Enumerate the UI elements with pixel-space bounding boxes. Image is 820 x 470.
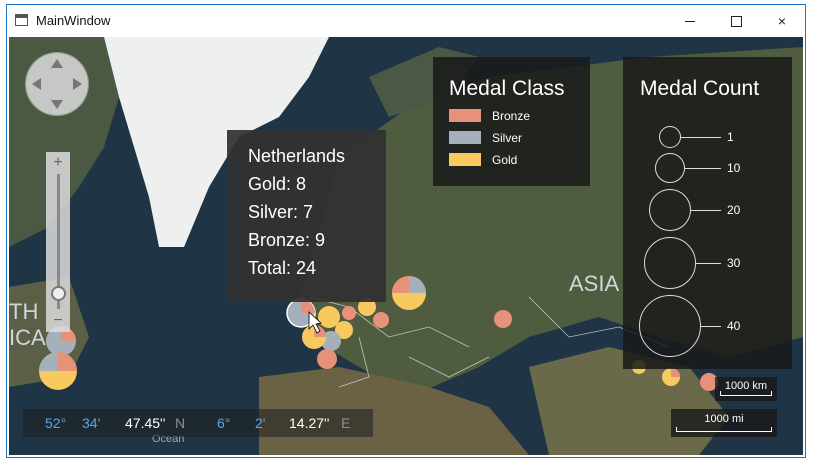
tooltip-silver: Silver: 7 [248,202,314,222]
longitude-minutes: 2' [255,415,266,431]
maximize-button[interactable] [713,5,759,37]
bubble[interactable] [373,312,389,328]
size-line [681,137,721,138]
latitude-seconds: 47.45'' [125,415,166,431]
latitude-minutes: 34' [82,415,101,431]
pan-up-icon[interactable] [51,59,63,68]
scale-mi-label: 1000 mi [704,413,744,425]
country-tooltip: Netherlands Gold: 8 Silver: 7 Bronze: 9 … [227,130,386,302]
size-circle-30 [644,237,696,289]
map-pan-control[interactable] [26,53,88,115]
size-line [701,326,721,327]
bubble[interactable] [342,306,356,320]
zoom-out-button[interactable]: − [46,312,70,330]
longitude-direction: E [341,415,351,431]
size-label-10: 10 [727,161,741,175]
legend-label: Bronze [492,109,531,123]
legend-label: Silver [492,131,523,145]
medal-class-legend: Medal Class Bronze Silver Gold [433,57,590,186]
tooltip-total: Total: 24 [248,258,317,278]
bubble[interactable] [318,306,340,328]
silver-swatch [449,131,481,144]
close-button[interactable]: × [759,5,805,37]
scale-km-label: 1000 km [724,380,768,392]
map-label-asia: ASIA [569,271,619,296]
tooltip-country: Netherlands [248,146,346,166]
scale-km-bar [720,391,772,396]
map-view[interactable]: ASIA TH ICA Ocean + − 52° 34' 47.45'' N … [9,37,803,455]
tooltip-bronze: Bronze: 9 [248,230,326,250]
pan-right-icon[interactable] [73,78,82,90]
medal-class-title: Medal Class [449,77,565,100]
bronze-swatch [449,109,481,122]
coordinates-panel: 52° 34' 47.45'' N 6° 2' 14.27'' E [23,409,373,437]
close-icon: × [777,13,787,29]
medal-count-title: Medal Count [640,77,760,100]
bubble[interactable] [494,310,512,328]
longitude-seconds: 14.27'' [289,415,330,431]
size-circle-10 [655,153,685,183]
zoom-in-button[interactable]: + [46,154,70,172]
medal-count-legend: Medal Count 1 10 20 30 40 [623,57,792,369]
size-line [691,210,721,211]
bubble[interactable] [317,349,337,369]
scale-mi-bar [676,427,772,432]
tooltip-gold: Gold: 8 [248,174,307,194]
minimize-button[interactable] [667,5,713,37]
legend-label: Gold [492,153,518,167]
scale-mi: 1000 mi [671,409,777,437]
map-label-america: TH [9,299,38,324]
size-label-40: 40 [727,319,741,333]
size-line [685,168,721,169]
size-circle-1 [659,126,681,148]
minimize-icon [685,20,695,22]
size-circle-20 [649,189,691,231]
size-label-20: 20 [727,203,741,217]
size-label-30: 30 [727,256,741,270]
latitude-degrees: 52° [45,415,67,431]
title-bar[interactable]: MainWindow × [7,5,805,37]
maximize-icon [730,15,742,27]
main-window: MainWindow × ASIA TH ICA Ocean + − 52° 3… [6,4,806,458]
latitude-direction: N [175,415,186,431]
map-label-america-2: ICA [9,325,46,350]
scale-km: 1000 km [715,377,777,401]
gold-swatch [449,153,481,166]
pan-down-icon[interactable] [51,100,63,109]
pan-left-icon[interactable] [32,78,41,90]
zoom-control[interactable]: + − [46,152,70,332]
size-label-1: 1 [727,130,734,144]
window-icon [15,14,28,26]
size-circle-40 [639,295,701,357]
longitude-degrees: 6° [217,415,231,431]
window-title: MainWindow [36,13,111,28]
zoom-slider-thumb[interactable] [51,286,66,301]
size-line [696,263,721,264]
